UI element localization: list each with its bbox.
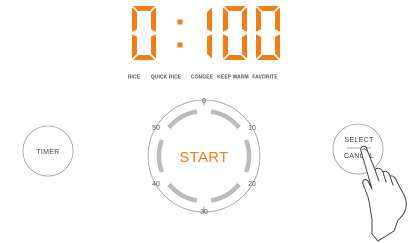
tick-30: 30 <box>200 209 208 216</box>
tick-10: 10 <box>248 125 256 132</box>
time-digit <box>132 6 156 60</box>
time-digit <box>256 6 280 60</box>
digit-segment <box>257 6 279 11</box>
start-dial[interactable]: 0 10 20 30 40 50 START <box>147 98 261 216</box>
mode-keep-warm[interactable]: KEEP WARM <box>217 75 249 81</box>
digit-segment <box>242 7 247 32</box>
colon-dot <box>177 42 183 48</box>
time-display <box>132 6 280 60</box>
mode-quick-rice[interactable]: QUICK RICE <box>151 75 182 81</box>
mode-list: RICE QUICK RICE CONGEE KEEP WARM FAVORIT… <box>128 75 278 81</box>
digit-segment <box>223 7 228 32</box>
tick-20: 20 <box>248 181 256 188</box>
digit-segment <box>207 7 212 32</box>
digit-segment <box>275 34 280 59</box>
select-cancel-button[interactable]: SELECT CANCEL <box>332 123 384 175</box>
digit-segment <box>133 6 155 11</box>
mode-favorite[interactable]: FAVORITE <box>252 75 278 81</box>
digit-segment <box>132 7 137 32</box>
rice-cooker-panel: RICE QUICK RICE CONGEE KEEP WARM FAVORIT… <box>22 6 407 242</box>
select-label: SELECT <box>344 137 373 144</box>
digit-segment <box>257 55 279 60</box>
digit-segment <box>242 34 247 59</box>
digit-segment <box>223 34 228 59</box>
tick-50: 50 <box>152 125 160 132</box>
time-digit <box>223 6 247 60</box>
digit-segment <box>256 34 261 59</box>
timer-button[interactable]: TIMER <box>22 125 74 177</box>
digit-segment <box>275 7 280 32</box>
digit-segment <box>224 55 246 60</box>
digit-segment <box>151 34 156 59</box>
digit-segment <box>151 7 156 32</box>
tick-0: 0 <box>202 98 206 105</box>
mode-rice[interactable]: RICE <box>128 75 141 81</box>
digit-segment <box>133 55 155 60</box>
time-digit <box>207 7 212 59</box>
digit-segment <box>256 7 261 32</box>
digit-segment <box>224 6 246 11</box>
colon-dot <box>177 19 183 25</box>
hand-pointer-icon <box>360 145 407 242</box>
start-label: START <box>179 149 228 166</box>
digit-segment <box>132 34 137 59</box>
tick-40: 40 <box>152 181 160 188</box>
digit-segment <box>207 34 212 59</box>
timer-label: TIMER <box>36 149 59 156</box>
mode-congee[interactable]: CONGEE <box>191 75 214 81</box>
